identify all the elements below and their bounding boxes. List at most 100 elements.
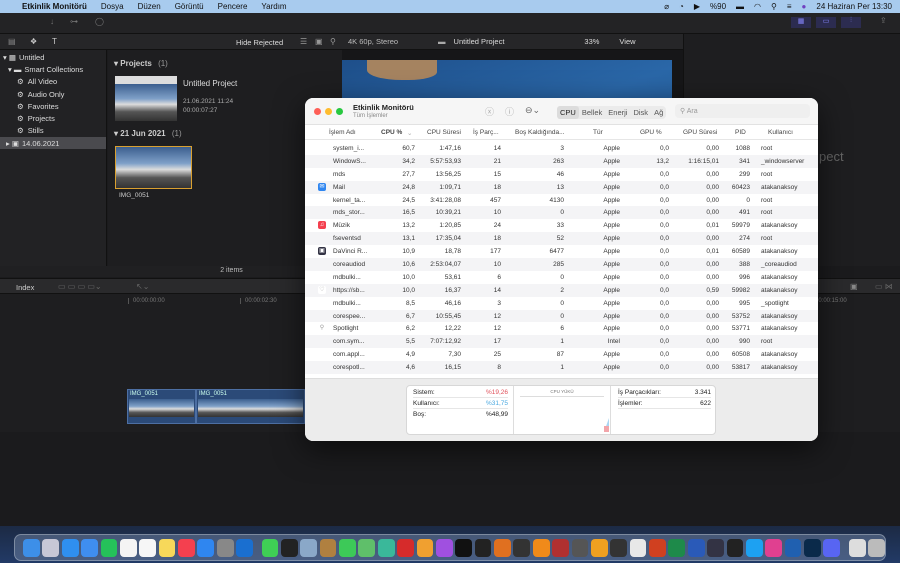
timeline-toggle-icon[interactable]: ▭	[816, 17, 836, 28]
share-icon[interactable]: ⇪	[880, 16, 887, 25]
col-cpu-time[interactable]: CPU Süresi	[427, 129, 461, 136]
pages-icon[interactable]	[590, 538, 608, 557]
timeline-clip-1[interactable]: IMG_0051	[127, 389, 196, 424]
twitter-icon[interactable]	[745, 538, 763, 557]
wifi-icon[interactable]: ◠	[754, 2, 761, 11]
dictionary-icon[interactable]	[552, 538, 569, 557]
col-gpu[interactable]: GPU %	[640, 129, 662, 136]
logic-icon[interactable]	[513, 538, 531, 557]
close-button[interactable]	[314, 108, 321, 115]
project-thumbnail[interactable]	[115, 76, 177, 121]
col-threads[interactable]: İş Parç...	[473, 129, 499, 136]
project-name[interactable]: Untitled Project	[183, 79, 237, 88]
siri-icon[interactable]: ●	[802, 2, 807, 11]
process-row[interactable]: com.sym... 5,5 7:07:12,92 17 1 Intel 0,0 0,00 99…	[305, 335, 818, 349]
clip-appearance-icon[interactable]: ☰	[300, 37, 307, 46]
date-header[interactable]: ▾ 21 Jun 2021 (1)	[114, 129, 182, 138]
collection-projects[interactable]: ⚙ Projects	[0, 112, 106, 124]
col-idle-wake[interactable]: Boş Kaldığında...	[515, 129, 565, 136]
photoshop-like-icon[interactable]	[726, 538, 744, 557]
reminders-icon[interactable]	[139, 538, 157, 557]
menu-pencere[interactable]: Pencere	[218, 2, 248, 11]
facetime-icon[interactable]	[339, 538, 356, 557]
spotlight-icon[interactable]: ⚲	[771, 2, 777, 11]
pdf-app-icon[interactable]	[397, 538, 414, 557]
status-icon[interactable]: ◔	[679, 2, 684, 11]
col-kind[interactable]: Tür	[593, 129, 603, 136]
chrome-icon[interactable]	[629, 538, 647, 557]
clip-skimming-icon[interactable]: ▣	[850, 282, 858, 291]
library-untitled[interactable]: ▾ ▦ Untitled	[0, 51, 106, 63]
davinci-icon[interactable]	[707, 538, 724, 557]
preview-icon[interactable]	[300, 538, 318, 557]
notes-icon[interactable]	[158, 538, 176, 557]
safari-icon[interactable]	[61, 538, 79, 557]
process-row[interactable]: corespotl... 4,6 16,15 8 1 Apple 0,0 0,00 53817 a…	[305, 361, 818, 375]
activity-monitor-icon[interactable]	[280, 538, 298, 557]
index-button[interactable]: Index	[16, 283, 34, 292]
photos-icon[interactable]	[416, 538, 434, 557]
tab-enerji[interactable]: Enerji	[605, 106, 630, 119]
garageband-icon[interactable]	[494, 538, 511, 557]
filmstrip-icon[interactable]: ▣	[315, 37, 323, 46]
process-row[interactable]: ♡ https://sb... 10,0 16,37 14 2 Apple 0,0 0,59 59…	[305, 283, 818, 297]
process-row[interactable]: mdbulki... 8,5 46,16 3 0 Apple 0,0 0,00 995 _spot…	[305, 297, 818, 310]
finder-icon[interactable]	[23, 538, 40, 557]
process-row[interactable]: mds_stor... 16,5 10:39,21 10 0 Apple 0,0 0,00 49…	[305, 206, 818, 220]
col-name[interactable]: İşlem Adı	[329, 129, 356, 136]
check-icon[interactable]: ◯	[95, 17, 104, 26]
clip-thumbnail[interactable]	[115, 146, 192, 189]
process-row[interactable]: corespee... 6,7 10:55,45 12 0 Apple 0,0 0,00 537…	[305, 309, 818, 323]
collection-stills[interactable]: ⚙ Stills	[0, 125, 106, 137]
select-tool-icon[interactable]: ↖⌄	[136, 282, 149, 291]
app-store-icon[interactable]	[197, 538, 215, 557]
process-row[interactable]: mds 27,7 13:56,25 15 46 Apple 0,0 0,00 299 root	[305, 168, 818, 181]
projects-header[interactable]: ▾ Projects (1)	[114, 59, 168, 68]
search-field[interactable]: ⚲ Ara	[675, 104, 810, 118]
process-row[interactable]: mdbulki... 10,0 53,61 6 0 Apple 0,0 0,00 996 atak…	[305, 271, 818, 284]
launchpad-icon[interactable]	[42, 538, 60, 557]
photos-audio-icon[interactable]: ❖	[30, 37, 37, 46]
collection-all-video[interactable]: ⚙ All Video	[0, 76, 106, 88]
podcasts-icon[interactable]	[435, 538, 453, 557]
paperclip-icon[interactable]: ⌀	[664, 2, 669, 11]
process-row[interactable]: ⚲ Spotlight 6,2 12,22 12 6 Apple 0,0 0,00 53771 at…	[305, 322, 818, 335]
battery-percent[interactable]: %90	[710, 2, 726, 11]
clip-connect-icons[interactable]: ▭ ▭ ▭ ▭⌄	[58, 282, 102, 291]
view-menu[interactable]: View	[619, 37, 635, 46]
import-icon[interactable]: ↓	[50, 17, 54, 26]
menu-goruntu[interactable]: Görüntü	[175, 2, 204, 11]
menu-duzen[interactable]: Düzen	[138, 2, 161, 11]
trash-icon[interactable]	[868, 538, 885, 557]
libraries-icon[interactable]: ▤	[8, 37, 16, 46]
col-pid[interactable]: PID	[735, 129, 746, 136]
tab-disk[interactable]: Disk	[630, 106, 651, 119]
process-row[interactable]: ✉ Mail 24,8 1:09,71 18 13 Apple 0,0 0,00 60423 ata…	[305, 180, 818, 194]
calendar-icon[interactable]	[119, 538, 137, 557]
process-row[interactable]: fseventsd 13,1 17:35,04 18 52 Apple 0,0 0,00 274…	[305, 232, 818, 246]
hide-rejected-select[interactable]: Hide Rejected	[236, 38, 283, 47]
pen-app-icon[interactable]	[784, 538, 802, 557]
tab-cpu[interactable]: CPU	[557, 106, 579, 119]
menu-yardim[interactable]: Yardım	[261, 2, 286, 11]
info-icon[interactable]: ⓘ	[505, 105, 514, 118]
process-row[interactable]: ♫ Müzik 13,2 1:20,85 24 33 Apple 0,0 0,01 59979 at…	[305, 219, 818, 232]
process-row[interactable]: coreaudiod 10,6 2:53:04,07 10 285 Apple 0,0 0,0…	[305, 258, 818, 271]
col-user[interactable]: Kullanıcı	[768, 129, 793, 136]
zoom-select[interactable]: 33%	[584, 37, 599, 46]
stop-process-icon[interactable]: ⓧ	[485, 105, 494, 118]
process-row[interactable]: com.appl... 4,9 7,30 25 87 Apple 0,0 0,00 60508 a…	[305, 348, 818, 361]
event-14-06-2021[interactable]: ▸ ▣ 14.06.2021	[0, 137, 106, 150]
apple-tv-icon[interactable]	[455, 538, 473, 557]
collection-favorites[interactable]: ⚙ Favorites	[0, 100, 106, 112]
messages-icon[interactable]	[261, 538, 279, 557]
zoom-button[interactable]	[336, 108, 343, 115]
process-row[interactable]: kernel_ta... 24,5 3:41:28,08 457 4130 Apple 0,…	[305, 194, 818, 207]
music-icon[interactable]	[178, 538, 195, 557]
excel-icon[interactable]	[668, 538, 686, 557]
play-icon[interactable]: ▶	[694, 2, 700, 11]
final-cut-icon[interactable]	[610, 538, 628, 557]
more-actions-icon[interactable]: ⊖⌄	[525, 105, 540, 116]
keynote-like-icon[interactable]	[319, 538, 337, 557]
powerpoint-icon[interactable]	[649, 538, 666, 557]
